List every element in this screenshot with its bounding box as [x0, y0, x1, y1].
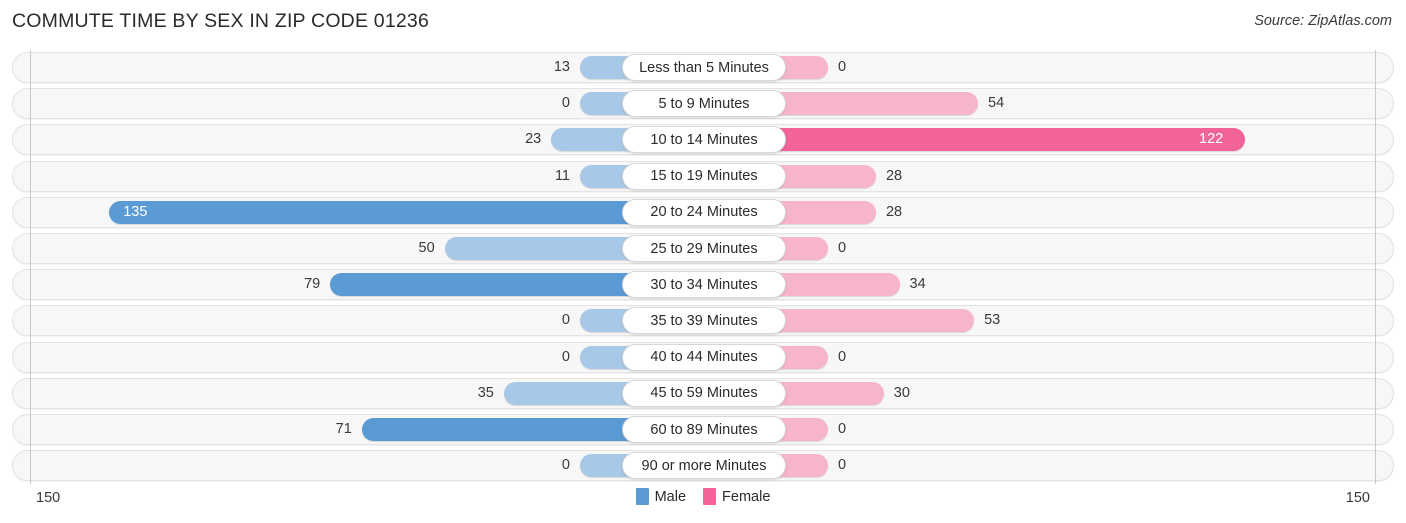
value-label-female: 0 [838, 240, 847, 256]
value-label-female: 122 [1199, 131, 1224, 148]
value-label-female: 0 [838, 457, 847, 474]
value-label-male: 11 [554, 167, 570, 184]
value-label-female: 0 [838, 421, 847, 437]
value-label-female: 0 [838, 59, 847, 75]
value-label-male: 13 [553, 59, 570, 75]
value-label-male: 135 [123, 203, 148, 220]
category-label[interactable]: 10 to 14 Minutes [622, 126, 786, 154]
chart-row: 71 0 60 to 89 Minutes [0, 414, 1406, 445]
bar-female[interactable] [766, 128, 1246, 152]
value-label-female: 54 [988, 95, 1005, 112]
category-label[interactable]: 30 to 34 Minutes [622, 271, 786, 299]
chart-row: 0 53 35 to 39 Minutes [0, 305, 1406, 337]
category-label[interactable]: 15 to 19 Minutes [622, 162, 786, 190]
chart-row: 11 28 15 to 19 Minutes [0, 160, 1406, 192]
value-label-male: 50 [418, 240, 435, 256]
category-label[interactable]: Less than 5 Minutes [622, 54, 786, 81]
axis-line-left [30, 50, 31, 484]
value-label-female: 30 [893, 384, 910, 401]
chart-row: 0 0 90 or more Minutes [0, 450, 1406, 482]
page-title: COMMUTE TIME BY SEX IN ZIP CODE 01236 [12, 10, 430, 32]
bar-male[interactable] [109, 200, 642, 224]
chart-footer: 150 150 Male Female [0, 484, 1406, 523]
chart-row: 50 0 25 to 29 Minutes [0, 233, 1406, 264]
value-label-female: 34 [909, 276, 926, 293]
chart-row: 23 122 10 to 14 Minutes [0, 124, 1406, 156]
bar-female[interactable] [766, 92, 979, 116]
value-label-male: 79 [304, 276, 321, 293]
value-label-female: 28 [885, 167, 903, 184]
chart-row: 13 0 Less than 5 Minutes [0, 52, 1406, 83]
value-label-female: 0 [838, 348, 847, 365]
legend-swatch-female [703, 488, 717, 505]
bar-male[interactable] [330, 273, 642, 297]
value-label-male: 0 [561, 457, 570, 474]
legend-label-male: Male [654, 488, 687, 505]
source-attribution: Source: ZipAtlas.com [1254, 13, 1392, 29]
chart-row: 0 54 5 to 9 Minutes [0, 88, 1406, 120]
chart-legend: Male Female [0, 488, 1406, 505]
bar-male[interactable] [361, 418, 642, 441]
chart-header: COMMUTE TIME BY SEX IN ZIP CODE 01236 So… [0, 0, 1406, 46]
chart-row: 0 0 40 to 44 Minutes [0, 341, 1406, 373]
value-label-male: 0 [561, 312, 570, 329]
value-label-male: 0 [561, 95, 570, 112]
legend-item-female[interactable]: Female [703, 488, 770, 505]
value-label-male: 35 [477, 384, 494, 401]
bar-female[interactable] [766, 273, 900, 297]
category-label[interactable]: 60 to 89 Minutes [622, 416, 786, 443]
chart-row: 135 28 20 to 24 Minutes [0, 196, 1406, 228]
value-label-female: 53 [984, 312, 1001, 329]
chart-plot-area: 13 0 Less than 5 Minutes 0 54 5 to 9 Minutes 2… [0, 50, 1406, 484]
legend-swatch-male [635, 488, 649, 505]
category-label[interactable]: 90 or more Minutes [622, 452, 786, 480]
category-label[interactable]: 40 to 44 Minutes [622, 343, 786, 371]
bar-male[interactable] [444, 237, 642, 260]
bar-female[interactable] [766, 309, 975, 333]
category-label[interactable]: 25 to 29 Minutes [622, 235, 786, 262]
value-label-male: 0 [561, 348, 570, 365]
legend-item-male[interactable]: Male [635, 488, 687, 505]
legend-label-female: Female [722, 488, 771, 505]
value-label-female: 28 [885, 203, 903, 220]
category-label[interactable]: 5 to 9 Minutes [622, 90, 786, 118]
category-label[interactable]: 45 to 59 Minutes [622, 379, 786, 407]
value-label-male: 71 [335, 421, 352, 437]
category-label[interactable]: 20 to 24 Minutes [622, 198, 786, 226]
category-label[interactable]: 35 to 39 Minutes [622, 307, 786, 335]
chart-row: 35 30 45 to 59 Minutes [0, 377, 1406, 409]
axis-line-right [1375, 50, 1376, 484]
value-label-male: 23 [525, 131, 542, 148]
chart-row: 79 34 30 to 34 Minutes [0, 269, 1406, 301]
